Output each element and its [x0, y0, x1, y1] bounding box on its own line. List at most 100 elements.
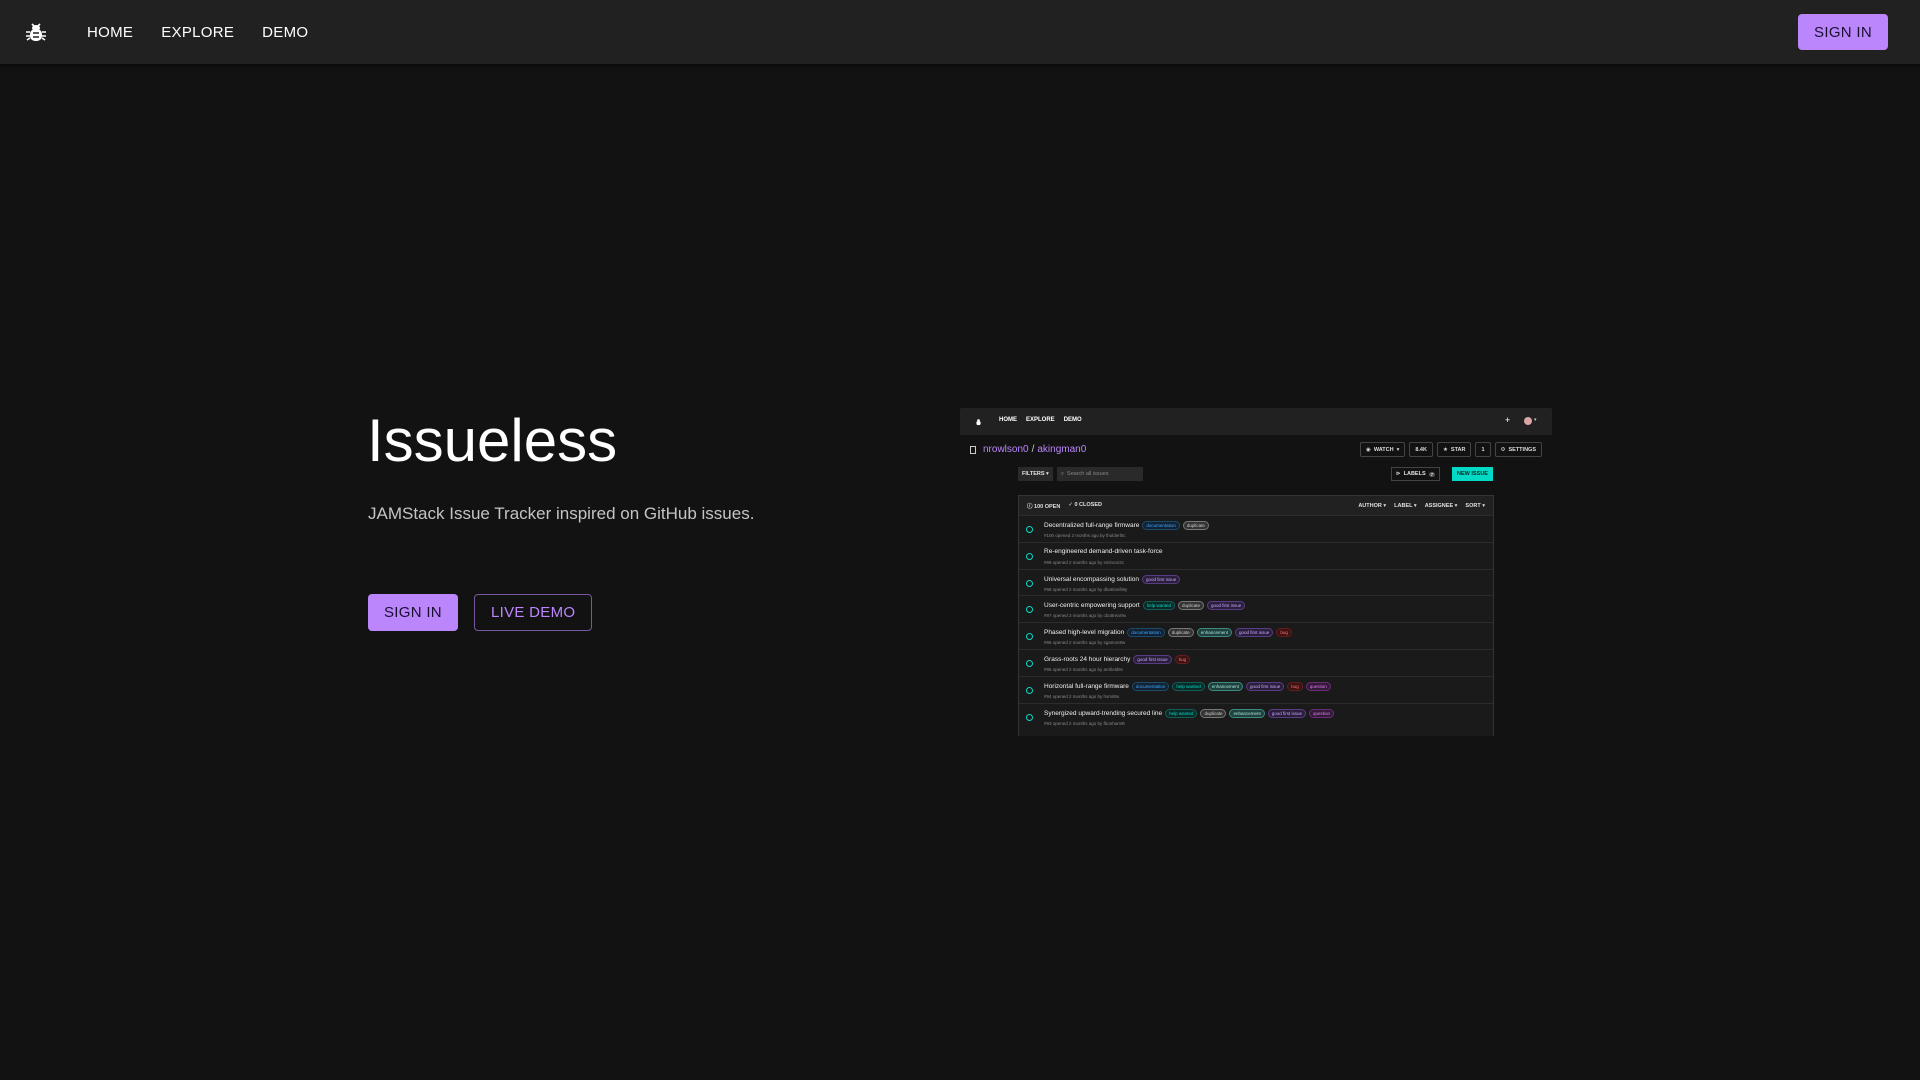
plus-icon: + — [1505, 415, 1511, 425]
issue-row: User-centric empowering support help want… — [1019, 595, 1493, 622]
live-demo-button[interactable]: LIVE DEMO — [473, 594, 593, 631]
issue-title-line: User-centric empowering support help want… — [1044, 601, 1246, 611]
issue-title: Grass-roots 24 hour hierarchy — [1044, 655, 1131, 663]
chevron-down-icon: ▾ — [1534, 417, 1537, 423]
issue-title: Re-engineered demand-driven task-force — [1044, 547, 1163, 555]
issue-label: help wanted — [1142, 601, 1176, 611]
issue-label: good first issue — [1245, 681, 1285, 691]
issue-open-icon — [1026, 552, 1033, 560]
issue-label: bug — [1287, 681, 1303, 691]
issue-label: duplicate — [1200, 708, 1227, 718]
issue-label: enhancement — [1229, 708, 1265, 718]
hero-sign-in-button[interactable]: SIGN IN — [368, 594, 458, 631]
hero-actions: SIGN IN LIVE DEMO — [368, 594, 593, 631]
issue-label: duplicate — [1178, 601, 1205, 611]
issue-title-line: Universal encompassing solution good firs… — [1044, 574, 1181, 584]
issue-row: Decentralized full-range firmware documen… — [1019, 515, 1493, 542]
issue-meta: #97 opened 2 months ago by cbottrear9x — [1044, 613, 1127, 619]
issue-label: good first issue — [1133, 654, 1172, 664]
issue-title: User-centric empowering support — [1044, 602, 1140, 610]
issue-rows: Decentralized full-range firmware documen… — [1019, 515, 1493, 729]
issue-label: documentation — [1142, 521, 1180, 530]
issue-open-icon — [1026, 579, 1033, 587]
preview-search: ⌕ Search all issues — [1056, 467, 1143, 481]
issue-label: good first issue — [1267, 708, 1306, 718]
issue-open-icon — [1026, 713, 1033, 721]
nav-home-link[interactable]: HOME — [87, 24, 133, 41]
preview-nav-explore: EXPLORE — [1026, 417, 1055, 423]
issue-row: Grass-roots 24 hour hierarchy good first … — [1019, 648, 1493, 676]
repo-owner: nrowlson0 — [983, 444, 1029, 455]
issue-open-icon — [1026, 526, 1033, 533]
issue-title-line: Decentralized full-range firmware documen… — [1044, 521, 1209, 530]
watch-count: 8.4K — [1409, 442, 1433, 457]
preview-filters: FILTERS ▾ ⌕ Search all issues — [1018, 467, 1143, 481]
hero-title: Issueless — [367, 407, 618, 474]
issue-row: Synergized upward-trending secured line h… — [1019, 702, 1493, 730]
issue-label: documentation — [1127, 628, 1165, 638]
hero-subtitle: JAMStack Issue Tracker inspired on GitHu… — [368, 504, 755, 523]
star-label: STAR — [1450, 446, 1466, 453]
nav-demo-link[interactable]: DEMO — [262, 24, 308, 41]
app-preview-screenshot: HOME EXPLORE DEMO + ▾ nrowlson0 / akingm… — [960, 408, 1552, 736]
issue-open-icon — [1026, 633, 1033, 641]
issue-row: Phased high-level migration documentation… — [1019, 622, 1493, 649]
issue-label: good first issue — [1142, 574, 1181, 584]
issue-label: enhancement — [1196, 628, 1233, 638]
issue-title: Horizontal full-range firmware — [1044, 682, 1129, 690]
issue-title: Synergized upward-trending secured line — [1044, 709, 1163, 717]
issue-label: good first issue — [1235, 628, 1274, 638]
bug-icon[interactable] — [26, 21, 46, 43]
issue-meta: #95 opened 2 months ago by arnfield9v — [1044, 666, 1124, 672]
preview-repo-path: nrowlson0 / akingman0 — [970, 444, 1086, 455]
repo-icon — [970, 445, 976, 454]
watch-label: WATCH — [1373, 446, 1394, 453]
settings-label: SETTINGS — [1508, 446, 1536, 453]
issue-row: Horizontal full-range firmware documentat… — [1019, 675, 1493, 703]
gear-icon: ⚙ — [1500, 446, 1506, 453]
issue-label: good first issue — [1207, 601, 1246, 611]
preview-labels-button: ⊳ LABELS 7 — [1391, 467, 1441, 481]
sign-in-button[interactable]: SIGN IN — [1798, 14, 1888, 50]
preview-nav: HOME EXPLORE DEMO — [999, 417, 1082, 423]
star-icon: ★ — [1442, 446, 1448, 453]
top-app-bar: HOME EXPLORE DEMO SIGN IN — [0, 0, 1920, 64]
issue-label: documentation — [1131, 681, 1170, 691]
issue-open-icon — [1026, 659, 1033, 667]
issue-open-icon — [1026, 606, 1033, 614]
issue-title: Universal encompassing solution — [1044, 575, 1140, 583]
issue-meta: #99 opened 2 months ago by smincar2c — [1044, 559, 1125, 565]
issue-title: Decentralized full-range firmware — [1044, 522, 1140, 529]
preview-watch: ◉ WATCH ▾ — [1360, 442, 1406, 457]
issue-label: bug — [1174, 654, 1191, 664]
issue-title-line: Re-engineered demand-driven task-force — [1044, 548, 1163, 555]
issue-label: question — [1305, 681, 1331, 691]
preview-nav-home: HOME — [999, 417, 1017, 423]
nav-explore-link[interactable]: EXPLORE — [161, 24, 234, 41]
issue-row: Universal encompassing solution good firs… — [1019, 568, 1493, 596]
preview-new-issue-button: NEW ISSUE — [1452, 467, 1493, 481]
avatar — [1524, 417, 1532, 425]
author-filter: AUTHOR ▾ — [1358, 502, 1387, 509]
issue-meta: #98 opened 2 months ago by dbottinelli9y — [1044, 586, 1128, 592]
path-separator: / — [1031, 444, 1035, 455]
eye-icon: ◉ — [1366, 446, 1371, 453]
open-count: ⓘ 100 OPEN — [1027, 503, 1061, 510]
issue-list-header: ⓘ 100 OPEN ✓ 0 CLOSED AUTHOR ▾ LABEL ▾ A… — [1019, 496, 1493, 515]
label-filter: LABEL ▾ — [1394, 502, 1417, 509]
issue-label: help wanted — [1165, 708, 1198, 718]
issue-meta: #96 opened 2 months ago by sgamon9w — [1044, 640, 1126, 646]
issue-title-line: Grass-roots 24 hour hierarchy good first … — [1044, 654, 1191, 664]
tag-icon: ⊳ — [1396, 471, 1401, 477]
bug-icon — [976, 419, 981, 426]
search-placeholder: Search all issues — [1066, 471, 1109, 477]
preview-repo-actions: ◉ WATCH ▾ 8.4K ★ STAR 1 ⚙ SETTINGS — [1360, 442, 1542, 457]
issue-title-line: Horizontal full-range firmware documentat… — [1044, 681, 1331, 691]
filters-dropdown: FILTERS ▾ — [1018, 467, 1053, 481]
issue-meta: #93 opened 2 months ago by fbonham9t — [1044, 720, 1125, 726]
preview-nav-demo: DEMO — [1063, 417, 1082, 423]
issue-meta: #100 opened 2 months ago by tholderl0c — [1044, 533, 1126, 538]
issue-label: enhancement — [1207, 681, 1243, 691]
preview-top-bar: HOME EXPLORE DEMO + ▾ — [960, 408, 1552, 435]
issue-title: Phased high-level migration — [1044, 629, 1125, 637]
